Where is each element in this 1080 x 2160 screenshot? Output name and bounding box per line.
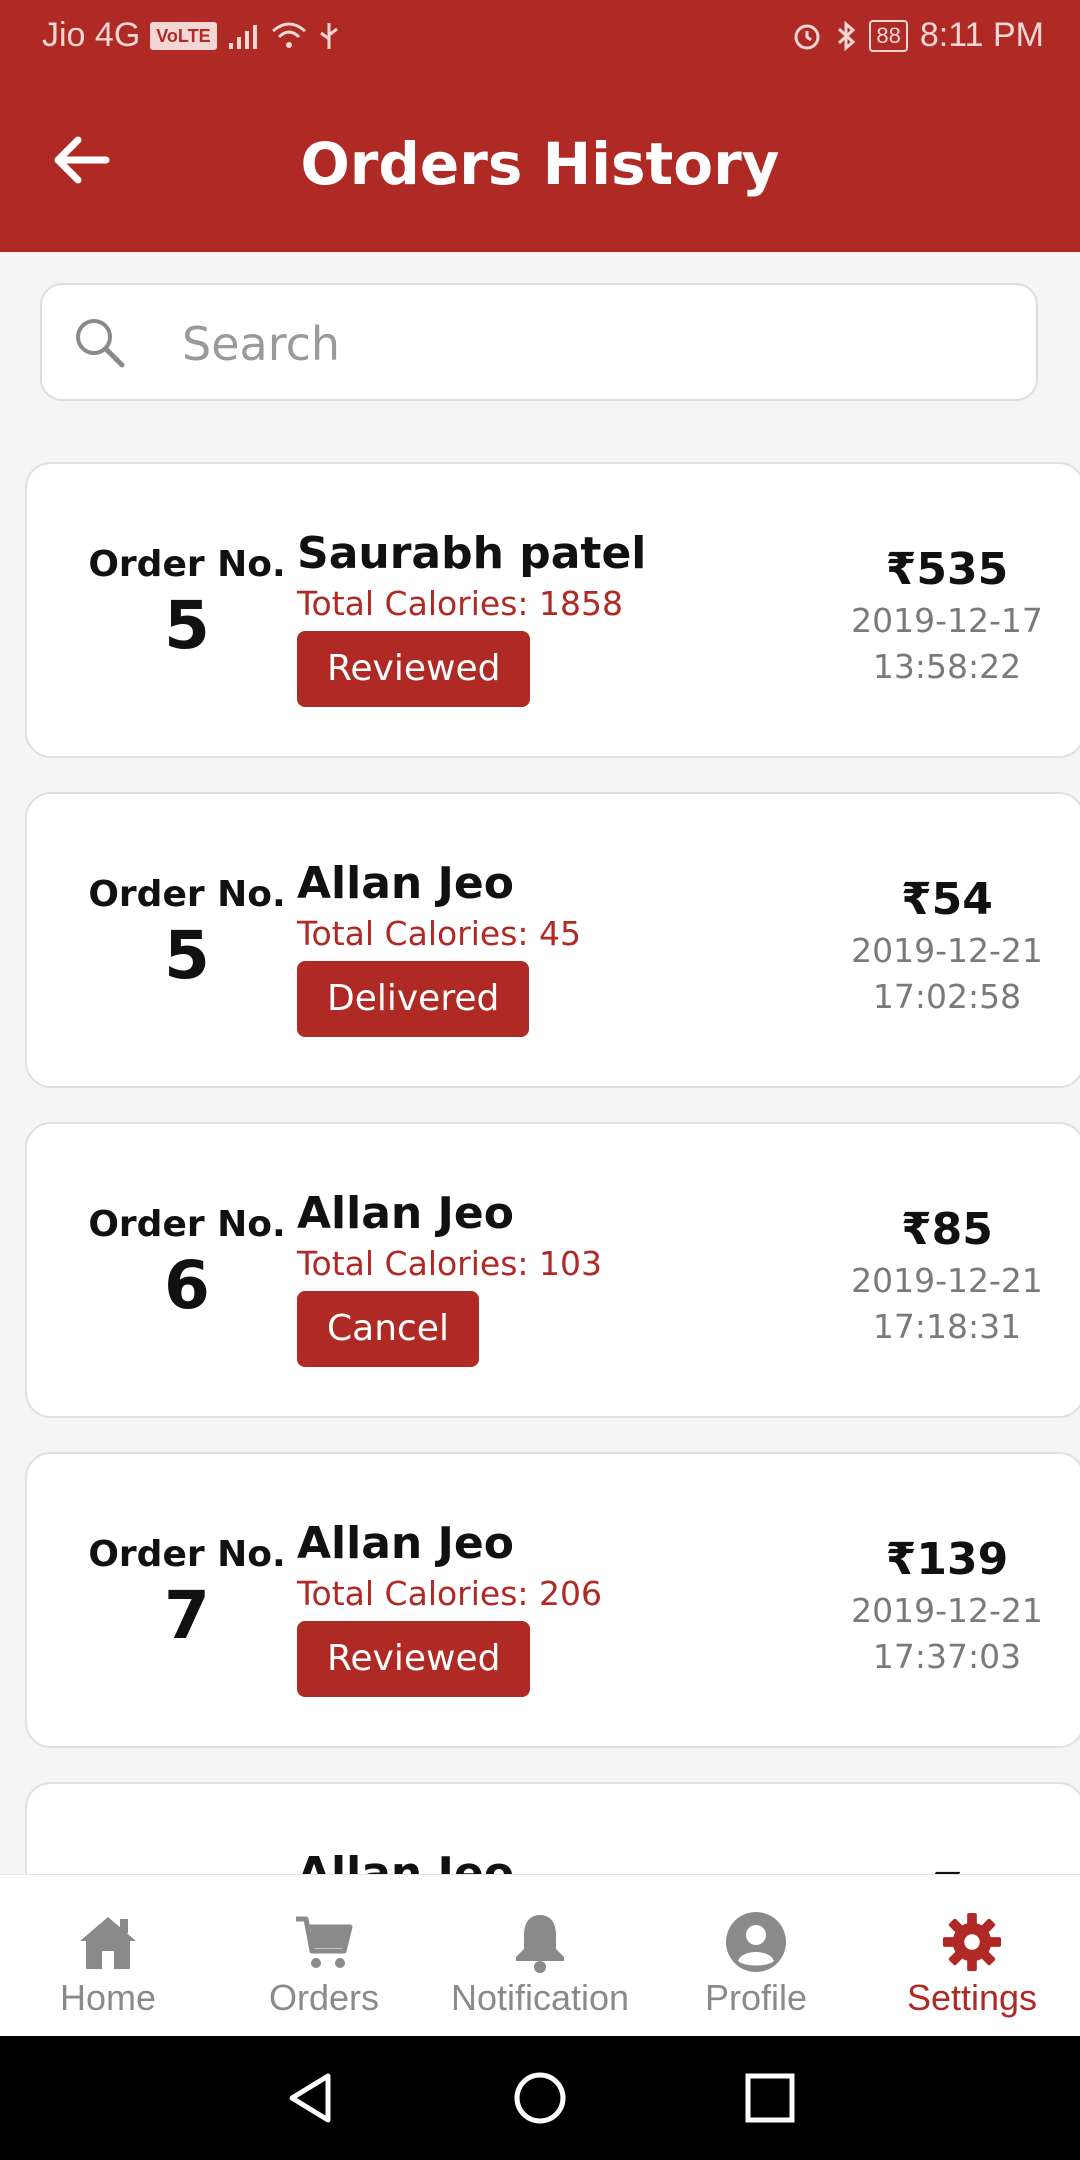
order-card[interactable]: Order No. 6 Allan Jeo Total Calories: 10… [25,1122,1080,1418]
order-summary: ₹54 2019-12-21 17:02:58 [787,872,1080,1020]
gear-icon [942,1912,1002,1972]
order-date: 2019-12-21 [851,1591,1043,1630]
order-date: 2019-12-21 [851,931,1043,970]
tab-orders[interactable]: Orders [216,1875,432,2037]
orders-list[interactable]: Order No. 5 Saurabh patel Total Calories… [0,462,1080,1874]
order-summary: ₹139 2019-12-21 17:37:03 [787,1532,1080,1680]
customer-name: Allan Jeo [297,858,514,909]
order-price: ₹139 [885,1534,1009,1585]
usb-icon [319,22,338,49]
order-time: 17:37:03 [872,1637,1022,1676]
app-bar: Orders History [0,72,1080,252]
order-number-block: Order No. 7 [47,1534,327,1655]
order-number-block: Order No. 5 [47,874,327,995]
order-number-label: Order No. [88,544,286,585]
order-price: ₹54 [901,874,993,925]
cart-icon [296,1916,353,1968]
order-summary: ₹ [787,1862,1080,1874]
order-number-block: Order No. 6 [47,1204,327,1325]
order-price: ₹ [787,1862,1080,1874]
order-number: 6 [164,1247,210,1324]
customer-name: Allan Jeo [297,1188,514,1239]
bluetooth-icon [838,20,856,51]
order-number: 5 [164,587,210,664]
order-number-label: Order No. [88,1204,286,1245]
bell-icon [516,1915,564,1973]
search-icon [76,319,125,368]
status-button[interactable]: Cancel [297,1291,479,1367]
status-button[interactable]: Reviewed [297,631,531,707]
order-details: Allan Jeo Total Calories: 206 Reviewed [297,1516,602,1697]
battery-level: 88 [869,19,908,52]
tab-label: Orders [268,1977,380,2018]
system-navigation-bar [0,2036,1080,2160]
home-icon [80,1917,136,1969]
clock: 8:11 PM [919,16,1044,54]
order-date: 2019-12-17 [851,601,1043,640]
tab-notification[interactable]: Notification [432,1875,648,2037]
customer-name: Allan Jeo [297,1848,514,1874]
order-price: ₹85 [901,1204,993,1255]
wifi-icon [271,22,306,48]
total-calories: Total Calories: 45 [297,914,582,953]
search-input[interactable] [180,313,1004,375]
order-time: 13:58:22 [872,647,1022,686]
customer-name: Allan Jeo [297,1518,514,1569]
tab-label: Profile [704,1977,808,2018]
order-details: Saurabh patel Total Calories: 1858 Revie… [297,526,646,707]
tab-label: Home [59,1977,157,2018]
signal-icon [228,24,257,49]
order-summary: ₹535 2019-12-17 13:58:22 [787,542,1080,690]
total-calories: Total Calories: 206 [297,1574,603,1613]
order-number: 5 [164,917,210,994]
order-details: Allan Jeo Total Calories: 45 Delivered [297,856,581,1037]
bottom-tab-bar: Home Orders Notification Profile Setting… [0,1874,1080,2037]
order-card[interactable]: Order No. 5 Allan Jeo Total Calories: 45… [25,792,1080,1088]
order-card[interactable]: Order No. 5 Saurabh patel Total Calories… [25,462,1080,758]
page-title: Orders History [300,130,780,198]
customer-name: Saurabh patel [297,528,647,579]
total-calories: Total Calories: 103 [297,1244,603,1283]
order-details: Allan Jeo Total Calories: 103 Cancel [297,1186,602,1367]
tab-home[interactable]: Home [0,1875,216,2037]
tab-settings[interactable]: Settings [864,1875,1080,2037]
tab-profile[interactable]: Profile [648,1875,864,2037]
status-bar: Jio 4G VoLTE 88 8:11 PM [0,0,1080,72]
nav-home-icon[interactable] [512,2070,568,2126]
carrier-label: Jio 4G [42,16,141,54]
volte-badge: VoLTE [150,21,217,50]
order-summary: ₹85 2019-12-21 17:18:31 [787,1202,1080,1350]
tab-label: Notification [450,1977,630,2018]
order-number-label: Order No. [88,1534,286,1575]
status-button[interactable]: Reviewed [297,1621,531,1697]
order-number-label: Order No. [88,874,286,915]
order-card[interactable]: Order No. 7 Allan Jeo Total Calories: 20… [25,1452,1080,1748]
search-bar[interactable] [40,283,1038,401]
order-number-block: Order No. 5 [47,544,327,665]
tab-label: Settings [906,1977,1038,2018]
order-time: 17:02:58 [872,977,1022,1016]
profile-icon [726,1912,786,1972]
order-details: Allan Jeo [297,1846,514,1874]
nav-back-icon[interactable] [282,2070,338,2126]
order-card[interactable]: Allan Jeo ₹ [25,1782,1080,1874]
nav-recents-icon[interactable] [742,2070,798,2126]
order-price: ₹535 [885,544,1009,595]
order-date: 2019-12-21 [851,1261,1043,1300]
order-number: 7 [164,1577,210,1654]
status-button[interactable]: Delivered [297,961,530,1037]
total-calories: Total Calories: 1858 [297,584,624,623]
alarm-icon [794,24,820,49]
order-time: 17:18:31 [872,1307,1022,1346]
